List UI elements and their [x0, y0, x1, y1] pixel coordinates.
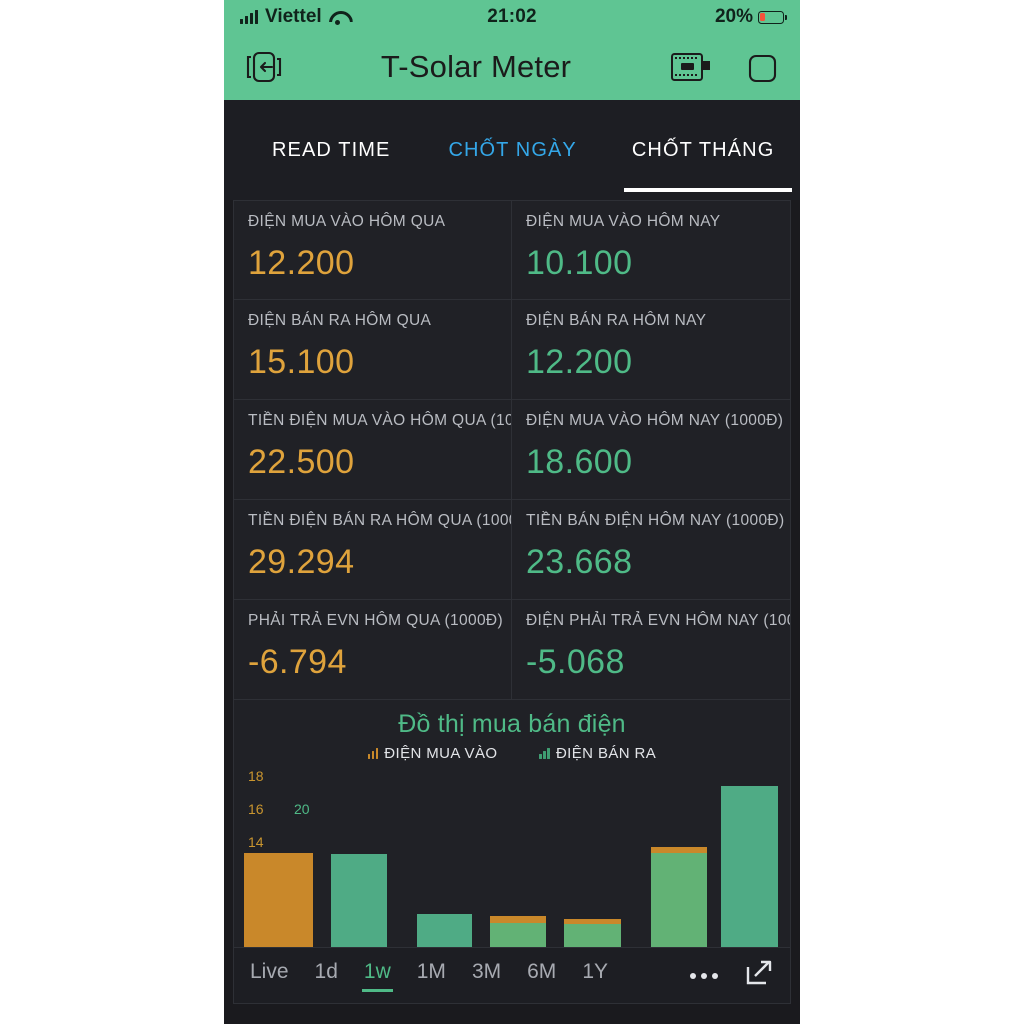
metric-label: ĐIỆN MUA VÀO HÔM QUA	[248, 213, 446, 230]
chart-plot-area: 18161412108 201510	[234, 758, 790, 947]
metric-card[interactable]: TIỀN BÁN ĐIỆN HÔM NAY (1000Đ) 23.668	[512, 500, 791, 600]
chart-bar	[244, 852, 313, 947]
status-bar-right: 20%	[714, 6, 787, 28]
metrics-grid: ĐIỆN MUA VÀO HÔM QUA 12.200 ĐIỆN MUA VÀO H…	[224, 200, 800, 700]
chart-bar	[564, 919, 621, 947]
chart-bar-segment-ban-ra	[564, 924, 621, 947]
exit-app-icon[interactable]	[242, 46, 284, 88]
chart-bars	[244, 758, 778, 947]
chart-range-selector: Live 1d 1w 1M 3M 6M 1Y	[233, 948, 791, 1004]
range-option-6m[interactable]: 6M	[527, 960, 556, 992]
chart-bar-group[interactable]	[417, 758, 472, 947]
metric-label: ĐIỆN BÁN RA HÔM QUA	[248, 312, 432, 329]
meter-chip-icon[interactable]	[668, 46, 714, 88]
metric-value: 29.294	[248, 543, 355, 582]
metric-card[interactable]: ĐIỆN MUA VÀO HÔM NAY (1000Đ) 18.600	[512, 400, 791, 500]
metric-card[interactable]: PHẢI TRẢ EVN HÔM QUA (1000Đ) -6.794	[233, 600, 512, 700]
chart-bar	[721, 786, 778, 947]
metrics-row: ĐIỆN BÁN RA HÔM QUA 15.100 ĐIỆN BÁN RA HÔM…	[233, 300, 791, 400]
metric-value: -6.794	[248, 643, 347, 682]
chart-bar-group[interactable]	[330, 758, 388, 947]
metric-value: 18.600	[526, 443, 633, 482]
metric-card[interactable]: ĐIỆN MUA VÀO HÔM QUA 12.200	[233, 200, 512, 300]
chart-title: Đồ thị mua bán điện	[398, 710, 626, 738]
status-bar-clock: 21:02	[487, 6, 537, 27]
range-option-1m[interactable]: 1M	[417, 960, 446, 992]
tab-chot-ngay[interactable]: CHỐT NGÀY	[448, 139, 576, 162]
metric-value: 12.200	[248, 244, 355, 283]
phone-screen: Viettel 21:02 20% T-Solar Meter READ TIM…	[224, 0, 800, 1024]
metric-label: ĐIỆN MUA VÀO HÔM NAY (1000Đ)	[526, 412, 784, 429]
metric-card[interactable]: ĐIỆN BÁN RA HÔM QUA 15.100	[233, 300, 512, 400]
battery-icon	[758, 10, 787, 24]
chart-bar-group[interactable]	[489, 758, 547, 947]
range-option-1d[interactable]: 1d	[315, 960, 338, 992]
chart-bar	[330, 854, 388, 947]
chart-bar-segment-mua-vao	[489, 915, 547, 923]
metric-label: ĐIỆN BÁN RA HÔM NAY	[526, 312, 707, 329]
tab-chot-thang[interactable]: CHỐT THÁNG	[632, 139, 775, 162]
metric-card[interactable]: ĐIỆN MUA VÀO HÔM NAY 10.100	[512, 200, 791, 300]
rounded-square-icon[interactable]	[742, 46, 782, 88]
tab-bar: READ TIME CHỐT NGÀY CHỐT THÁNG HI	[224, 100, 800, 200]
metrics-row: PHẢI TRẢ EVN HÔM QUA (1000Đ) -6.794 ĐIỆN P…	[233, 600, 791, 700]
metric-card[interactable]: ĐIỆN PHẢI TRẢ EVN HÔM NAY (1000Đ) -5.068	[512, 600, 791, 700]
range-option-1y[interactable]: 1Y	[582, 960, 608, 992]
chart-bar-segment-mua-vao	[244, 852, 313, 947]
tab-read-time[interactable]: READ TIME	[272, 139, 390, 162]
chart-bar-segment-ban-ra	[721, 786, 778, 947]
metric-label: ĐIỆN PHẢI TRẢ EVN HÔM NAY (1000Đ)	[526, 612, 790, 629]
chart-bar-segment-ban-ra	[417, 913, 472, 947]
metric-label: PHẢI TRẢ EVN HÔM QUA (1000Đ)	[248, 612, 503, 629]
metric-value: 15.100	[248, 343, 355, 382]
chart-bar-group[interactable]	[650, 758, 708, 947]
chart-bar	[489, 915, 547, 947]
chart-bar-group[interactable]	[721, 758, 778, 947]
expand-external-icon[interactable]	[744, 959, 774, 992]
page-title: T-Solar Meter	[380, 49, 572, 84]
range-option-1w[interactable]: 1w	[361, 960, 393, 992]
metric-value: 23.668	[526, 543, 633, 582]
metrics-row: TIỀN ĐIỆN MUA VÀO HÔM QUA (1000 Đ) 22.500…	[233, 400, 791, 500]
metric-value: 22.500	[248, 443, 355, 482]
metric-label: TIỀN ĐIỆN BÁN RA HÔM QUA (1000 Đ)	[248, 512, 512, 529]
metric-card[interactable]: TIỀN ĐIỆN MUA VÀO HÔM QUA (1000 Đ) 22.500	[233, 400, 512, 500]
tab-active-indicator	[624, 188, 792, 192]
metric-label: TIỀN ĐIỆN MUA VÀO HÔM QUA (1000 Đ)	[248, 412, 511, 429]
chart-bar-group[interactable]	[244, 758, 313, 947]
screenshot-canvas: Viettel 21:02 20% T-Solar Meter READ TIM…	[0, 0, 1024, 1024]
range-option-live[interactable]: Live	[250, 960, 289, 992]
metric-label: TIỀN BÁN ĐIỆN HÔM NAY (1000Đ)	[526, 512, 785, 529]
metric-value: -5.068	[526, 643, 625, 682]
chart-bar-segment-ban-ra	[330, 854, 388, 947]
metric-value: 12.200	[526, 343, 633, 382]
metrics-row: TIỀN ĐIỆN BÁN RA HÔM QUA (1000 Đ) 29.294 T…	[233, 500, 791, 600]
metrics-row: ĐIỆN MUA VÀO HÔM QUA 12.200 ĐIỆN MUA VÀO H…	[233, 200, 791, 300]
chart-bar	[650, 847, 708, 947]
metric-value: 10.100	[526, 244, 633, 283]
chart-bar	[417, 913, 472, 947]
metric-label: ĐIỆN MUA VÀO HÔM NAY	[526, 213, 721, 230]
chart-bar-group[interactable]	[564, 758, 621, 947]
status-bar: Viettel 21:02 20%	[224, 0, 800, 34]
range-option-3m[interactable]: 3M	[472, 960, 501, 992]
app-bar: T-Solar Meter	[224, 34, 800, 100]
chart-bar-segment-ban-ra	[650, 852, 708, 947]
chart-panel: Đồ thị mua bán điện ĐIỆN MUA VÀO ĐIỆN BÁ…	[233, 700, 791, 948]
chart-bar-segment-ban-ra	[489, 922, 547, 947]
metric-card[interactable]: ĐIỆN BÁN RA HÔM NAY 12.200	[512, 300, 791, 400]
metric-card[interactable]: TIỀN ĐIỆN BÁN RA HÔM QUA (1000 Đ) 29.294	[233, 500, 512, 600]
more-options-icon[interactable]	[690, 972, 718, 979]
battery-percent-label: 20%	[714, 6, 753, 27]
